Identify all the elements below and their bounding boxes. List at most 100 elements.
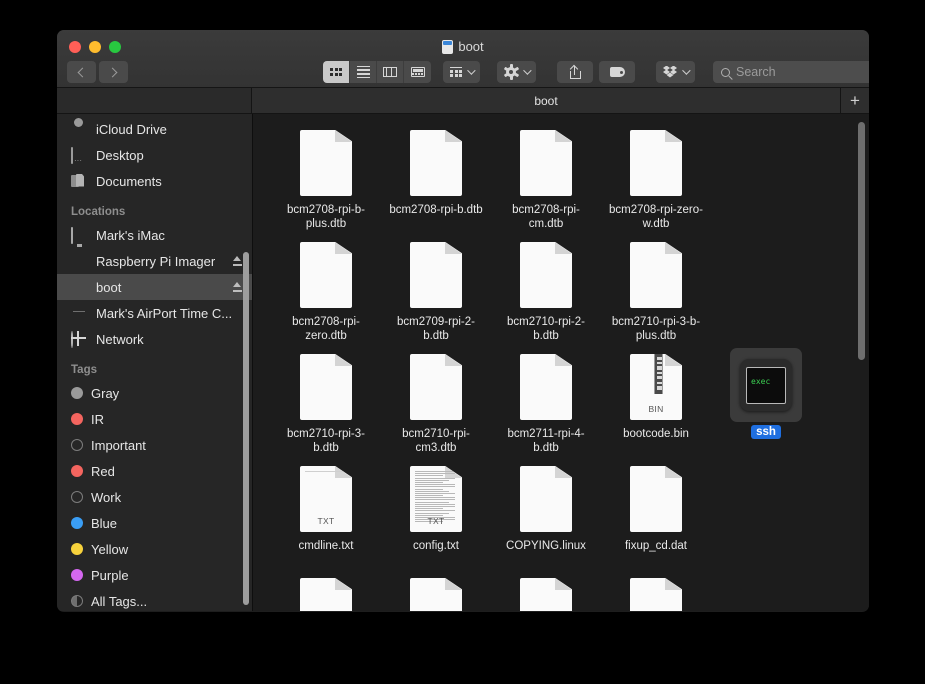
file-item[interactable]: bcm2708-rpi-b.dtb: [381, 120, 491, 232]
eject-icon[interactable]: [233, 282, 242, 292]
file-item[interactable]: bcm2708-rpi-cm.dtb: [491, 120, 601, 232]
blank-document-icon: [400, 238, 472, 312]
sidebar-tag-label: Red: [91, 464, 242, 479]
file-label: bcm2708-rpi-b-plus.dtb: [276, 203, 376, 231]
file-label: fixup_cd.dat: [623, 539, 689, 553]
file-label: bootcode.bin: [621, 427, 691, 441]
blank-document-icon: [400, 574, 472, 611]
plus-icon: +: [850, 92, 860, 109]
sidebar-item-desktop[interactable]: Desktop: [57, 142, 252, 168]
gear-icon: [504, 65, 518, 79]
search-field[interactable]: Search: [713, 61, 869, 83]
file-item[interactable]: TXT cmdline.txt: [271, 456, 381, 568]
sidebar-tag-label: Purple: [91, 568, 242, 583]
sidebar-item-raspberry-pi-imager[interactable]: Raspberry Pi Imager: [57, 248, 252, 274]
list-view-button[interactable]: [350, 61, 377, 83]
blank-document-icon: [620, 238, 692, 312]
edit-tags-button[interactable]: [599, 61, 635, 83]
sidebar-item-icloud-drive[interactable]: iCloud Drive: [57, 116, 252, 142]
chevron-right-icon: [108, 67, 118, 77]
forward-button[interactable]: [99, 61, 128, 83]
file-item[interactable]: bcm2710-rpi-3-b.dtb: [271, 344, 381, 456]
file-item[interactable]: [491, 568, 601, 611]
blank-document-icon: [290, 126, 362, 200]
file-label: bcm2708-rpi-zero-w.dtb: [606, 203, 706, 231]
sidebar-tag-purple[interactable]: Purple: [57, 562, 252, 588]
chevron-left-icon: [78, 67, 88, 77]
sidebar-tag-yellow[interactable]: Yellow: [57, 536, 252, 562]
file-item[interactable]: BIN bootcode.bin: [601, 344, 711, 456]
file-item[interactable]: [601, 568, 711, 611]
text-preview-lines: [415, 471, 455, 522]
file-item[interactable]: bcm2710-rpi-cm3.dtb: [381, 344, 491, 456]
file-item[interactable]: COPYING.linux: [491, 456, 601, 568]
sidebar-item-label: iCloud Drive: [96, 122, 242, 137]
dropbox-dropdown-button[interactable]: [656, 61, 695, 83]
file-label: bcm2710-rpi-cm3.dtb: [386, 427, 486, 455]
tag-icon: [610, 67, 625, 77]
sidebar-tag-red[interactable]: Red: [57, 458, 252, 484]
content-scrollbar[interactable]: [858, 122, 865, 360]
file-item[interactable]: [381, 568, 491, 611]
file-label: COPYING.linux: [504, 539, 588, 553]
file-item[interactable]: fixup_cd.dat: [601, 456, 711, 568]
sidebar-scrollbar[interactable]: [243, 252, 249, 605]
new-tab-button[interactable]: +: [841, 88, 869, 113]
toolbar: Search: [57, 57, 869, 87]
file-item[interactable]: bcm2708-rpi-b-plus.dtb: [271, 120, 381, 232]
tag-dot-icon: [71, 465, 83, 477]
file-item[interactable]: TXT config.txt: [381, 456, 491, 568]
drive-icon: [71, 254, 88, 269]
sidebar-item-network[interactable]: Network: [57, 326, 252, 352]
search-placeholder: Search: [736, 65, 776, 79]
back-button[interactable]: [67, 61, 96, 83]
window-body: iCloud Drive Desktop Documents Locations…: [57, 114, 869, 611]
file-item[interactable]: bcm2710-rpi-3-b-plus.dtb: [601, 232, 711, 344]
file-kind-label: TXT: [300, 516, 352, 526]
icon-view-button[interactable]: [323, 61, 350, 83]
tab-label: boot: [534, 94, 557, 108]
sidebar-item-label: Raspberry Pi Imager: [96, 254, 225, 269]
share-button[interactable]: [557, 61, 593, 83]
file-item[interactable]: bcm2710-rpi-2-b.dtb: [491, 232, 601, 344]
file-item[interactable]: bcm2708-rpi-zero.dtb: [271, 232, 381, 344]
tag-dot-icon: [71, 517, 83, 529]
share-icon: [570, 66, 581, 79]
sidebar-item-marks-airport-time-capsule[interactable]: Mark's AirPort Time C...: [57, 300, 252, 326]
eject-icon[interactable]: [233, 256, 242, 266]
column-view-button[interactable]: [377, 61, 404, 83]
sidebar-item-label: Mark's AirPort Time C...: [96, 306, 242, 321]
sidebar-tag-ir[interactable]: IR: [57, 406, 252, 432]
arrange-dropdown-button[interactable]: [443, 61, 480, 83]
sidebar-item-boot[interactable]: boot: [57, 274, 252, 300]
blank-document-icon: [620, 462, 692, 536]
file-item-ssh[interactable]: exec ssh: [711, 342, 821, 454]
sidebar-tag-label: Gray: [91, 386, 242, 401]
gallery-view-button[interactable]: [404, 61, 431, 83]
file-item[interactable]: bcm2711-rpi-4-b.dtb: [491, 344, 601, 456]
blank-document-icon: [510, 462, 582, 536]
terminal-exec-icon: exec: [730, 348, 802, 422]
action-dropdown-button[interactable]: [497, 61, 536, 83]
window-titlebar: boot: [57, 30, 869, 88]
chevron-down-icon: [682, 66, 690, 74]
dropbox-icon: [663, 66, 677, 79]
file-label: bcm2709-rpi-2-b.dtb: [386, 315, 486, 343]
blank-document-icon: [510, 350, 582, 424]
file-item[interactable]: bcm2708-rpi-zero-w.dtb: [601, 120, 711, 232]
sidebar-tag-all-tags[interactable]: All Tags...: [57, 588, 252, 611]
sidebar-tag-label: All Tags...: [91, 594, 242, 609]
sidebar-tag-important[interactable]: Important: [57, 432, 252, 458]
sidebar-item-marks-imac[interactable]: Mark's iMac: [57, 222, 252, 248]
tab-boot[interactable]: boot: [252, 88, 841, 113]
blank-document-icon: [510, 238, 582, 312]
sidebar-tag-blue[interactable]: Blue: [57, 510, 252, 536]
sidebar-item-documents[interactable]: Documents: [57, 168, 252, 194]
sidebar-tag-gray[interactable]: Gray: [57, 380, 252, 406]
file-item[interactable]: bcm2709-rpi-2-b.dtb: [381, 232, 491, 344]
blank-document-icon: [400, 126, 472, 200]
sidebar-item-label: Desktop: [96, 148, 242, 163]
text-preview-lines: [305, 471, 345, 472]
sidebar-tag-work[interactable]: Work: [57, 484, 252, 510]
file-item[interactable]: [271, 568, 381, 611]
